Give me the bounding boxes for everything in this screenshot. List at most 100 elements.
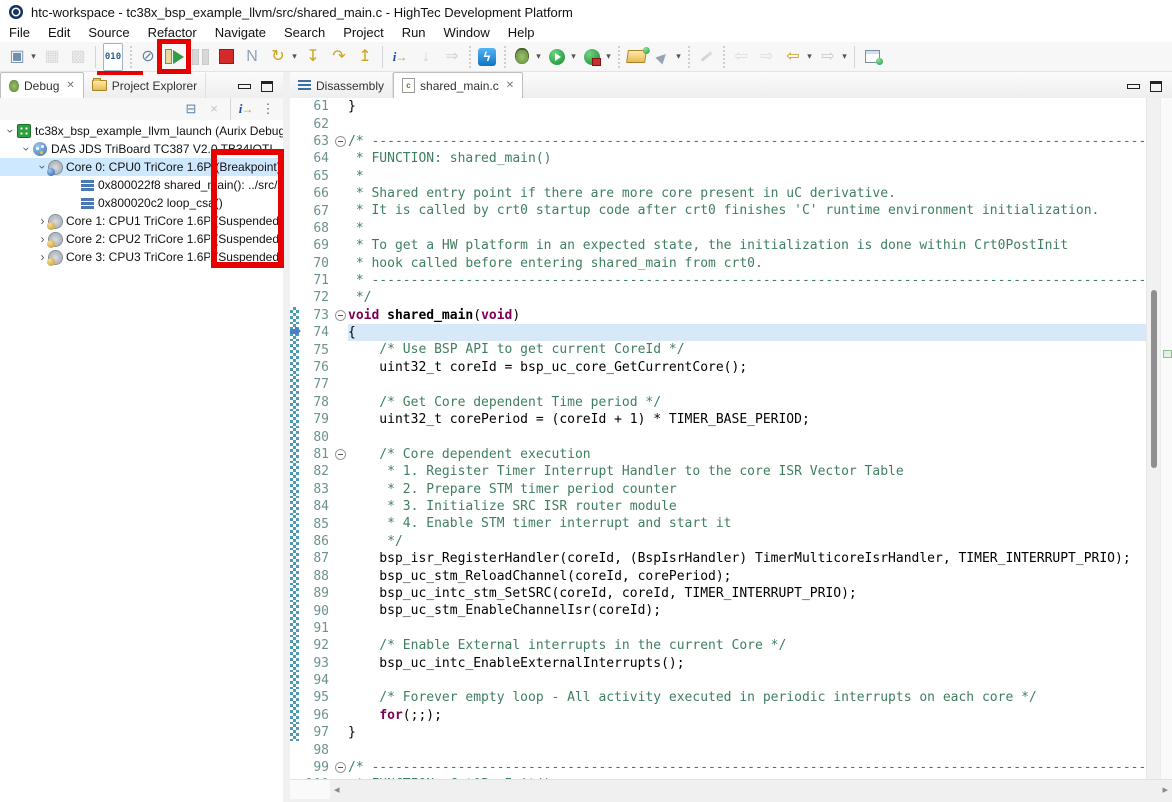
code-line[interactable]: 76 uint32_t coreId = bsp_uc_core_GetCurr… <box>290 359 1146 376</box>
code-line[interactable]: 83 * 2. Prepare STM timer period counter <box>290 481 1146 498</box>
menu-navigate[interactable]: Navigate <box>206 24 275 42</box>
open-binary-button[interactable]: 010 <box>100 44 126 70</box>
breakpoint-ruler[interactable] <box>290 185 299 202</box>
instruction-stepping-button[interactable]: i→ <box>235 99 257 119</box>
breakpoint-ruler[interactable] <box>290 689 299 706</box>
maximize-icon[interactable] <box>261 81 273 92</box>
breakpoint-ruler[interactable] <box>290 307 299 324</box>
breakpoint-ruler[interactable] <box>290 133 299 150</box>
menu-edit[interactable]: Edit <box>39 24 79 42</box>
fold-collapse-icon[interactable] <box>335 762 346 773</box>
code-line[interactable]: 78 /* Get Core dependent Time period */ <box>290 394 1146 411</box>
close-tab-icon[interactable]: ✕ <box>66 80 74 91</box>
vertical-scrollbar[interactable] <box>1146 98 1160 779</box>
code-line[interactable]: 90 bsp_uc_stm_EnableChannelIsr(coreId); <box>290 602 1146 619</box>
forward-button[interactable]: ⇨▾ <box>815 44 850 70</box>
menu-run[interactable]: Run <box>393 24 435 42</box>
close-tab-icon[interactable]: ✕ <box>506 80 514 91</box>
tab-project-explorer[interactable]: Project Explorer <box>84 73 206 98</box>
dropdown-caret-icon[interactable]: ▾ <box>604 51 613 62</box>
terminate-button[interactable] <box>213 44 239 70</box>
minimize-icon[interactable] <box>1127 84 1140 89</box>
breakpoint-ruler[interactable] <box>290 237 299 254</box>
board-node[interactable]: ›DAS JDS TriBoard TC387 V2.0 TB34IOTI <box>0 140 283 158</box>
code-line[interactable]: 91 <box>290 620 1146 637</box>
run-coverage-button[interactable]: ▾ <box>579 44 614 70</box>
breakpoint-ruler[interactable] <box>290 220 299 237</box>
resume-button[interactable] <box>161 44 187 70</box>
code-line[interactable]: 89 bsp_uc_intc_stm_SetSRC(coreId, coreId… <box>290 585 1146 602</box>
breakpoint-ruler[interactable] <box>290 341 299 358</box>
breakpoint-ruler[interactable] <box>290 602 299 619</box>
breakpoint-ruler[interactable] <box>290 533 299 550</box>
breakpoint-ruler[interactable] <box>290 376 299 393</box>
breakpoint-ruler[interactable] <box>290 672 299 689</box>
code-line[interactable]: 93 bsp_uc_intc_EnableExternalInterrupts(… <box>290 655 1146 672</box>
code-line[interactable]: 97} <box>290 724 1146 741</box>
step-over-button[interactable]: ↷ <box>326 44 352 70</box>
breakpoint-ruler[interactable] <box>290 359 299 376</box>
fold-collapse-icon[interactable] <box>335 310 346 321</box>
menu-project[interactable]: Project <box>334 24 392 42</box>
frame-shared-main-node[interactable]: 0x800022f8 shared_main(): ../src/sha <box>0 176 283 194</box>
breakpoint-ruler[interactable] <box>290 463 299 480</box>
folding-ruler[interactable] <box>333 762 348 773</box>
skip-all-breakpoints-button[interactable]: ⊘ <box>135 44 161 70</box>
code-line[interactable]: 80 <box>290 428 1146 445</box>
breakpoint-ruler[interactable] <box>290 98 299 115</box>
panel-sash[interactable] <box>283 72 290 802</box>
minimize-icon[interactable] <box>238 84 251 89</box>
code-line[interactable]: 94 <box>290 672 1146 689</box>
code-line[interactable]: 69 * To get a HW platform in an expected… <box>290 237 1146 254</box>
breakpoint-ruler[interactable] <box>290 272 299 289</box>
breakpoint-ruler[interactable] <box>290 759 299 776</box>
scroll-right-arrow-icon[interactable]: ▸ <box>1162 783 1168 796</box>
breakpoint-ruler[interactable] <box>290 498 299 515</box>
overview-ruler[interactable] <box>1160 98 1172 779</box>
breakpoint-ruler[interactable] <box>290 585 299 602</box>
breakpoint-ruler[interactable] <box>290 115 299 132</box>
tree-expander-icon[interactable]: › <box>20 143 34 156</box>
new-wizard-button[interactable]: ▣▾ <box>4 44 39 70</box>
menu-file[interactable]: File <box>0 24 39 42</box>
flash-device-button[interactable]: ϟ <box>474 44 500 70</box>
code-line[interactable]: 70 * hook called before entering shared_… <box>290 255 1146 272</box>
code-line[interactable]: 96 for(;;); <box>290 707 1146 724</box>
breakpoint-ruler[interactable] <box>290 289 299 306</box>
core1-node[interactable]: ›Core 1: CPU1 TriCore 1.6P(Suspended) <box>0 212 283 230</box>
tab-debug[interactable]: Debug✕ <box>0 72 84 98</box>
dropdown-caret-icon[interactable]: ▾ <box>534 51 543 62</box>
code-line[interactable]: 65 * <box>290 168 1146 185</box>
breakpoint-ruler[interactable] <box>290 515 299 532</box>
horizontal-scrollbar[interactable]: ◂ ▸ <box>330 779 1172 799</box>
folding-ruler[interactable] <box>333 136 348 147</box>
pin-editor-button[interactable] <box>859 44 885 70</box>
dropdown-caret-icon[interactable]: ▾ <box>805 51 814 62</box>
code-line[interactable]: 67 * It is called by crt0 startup code a… <box>290 202 1146 219</box>
debug-button[interactable]: ▾ <box>509 44 544 70</box>
core0-node[interactable]: ›Core 0: CPU0 TriCore 1.6P(Breakpoint) <box>0 158 283 176</box>
code-line[interactable]: 77 <box>290 376 1146 393</box>
breakpoint-ruler[interactable] <box>290 150 299 167</box>
breakpoint-ruler[interactable] <box>290 168 299 185</box>
back-button[interactable]: ⇦▾ <box>780 44 815 70</box>
menu-refactor[interactable]: Refactor <box>139 24 206 42</box>
view-menu-button[interactable]: ⋮ <box>257 99 279 119</box>
menu-search[interactable]: Search <box>275 24 334 42</box>
breakpoint-ruler[interactable] <box>290 724 299 741</box>
code-line[interactable]: 95 /* Forever empty loop - All activity … <box>290 689 1146 706</box>
breakpoint-ruler[interactable] <box>290 411 299 428</box>
core2-node[interactable]: ›Core 2: CPU2 TriCore 1.6P(Suspended) <box>0 230 283 248</box>
breakpoint-ruler[interactable] <box>290 655 299 672</box>
dropdown-caret-icon[interactable]: ▾ <box>840 51 849 62</box>
menu-window[interactable]: Window <box>435 24 499 42</box>
breakpoint-ruler[interactable] <box>290 202 299 219</box>
code-line[interactable]: 92 /* Enable External interrupts in the … <box>290 637 1146 654</box>
code-line[interactable]: 61} <box>290 98 1146 115</box>
breakpoint-ruler[interactable] <box>290 255 299 272</box>
debug-launch-tree[interactable]: ›tc38x_bsp_example_llvm_launch (Aurix De… <box>0 120 283 802</box>
fold-collapse-icon[interactable] <box>335 449 346 460</box>
code-line[interactable]: 99/* -----------------------------------… <box>290 759 1146 776</box>
breakpoint-ruler[interactable] <box>290 568 299 585</box>
code-line[interactable]: 62 <box>290 115 1146 132</box>
